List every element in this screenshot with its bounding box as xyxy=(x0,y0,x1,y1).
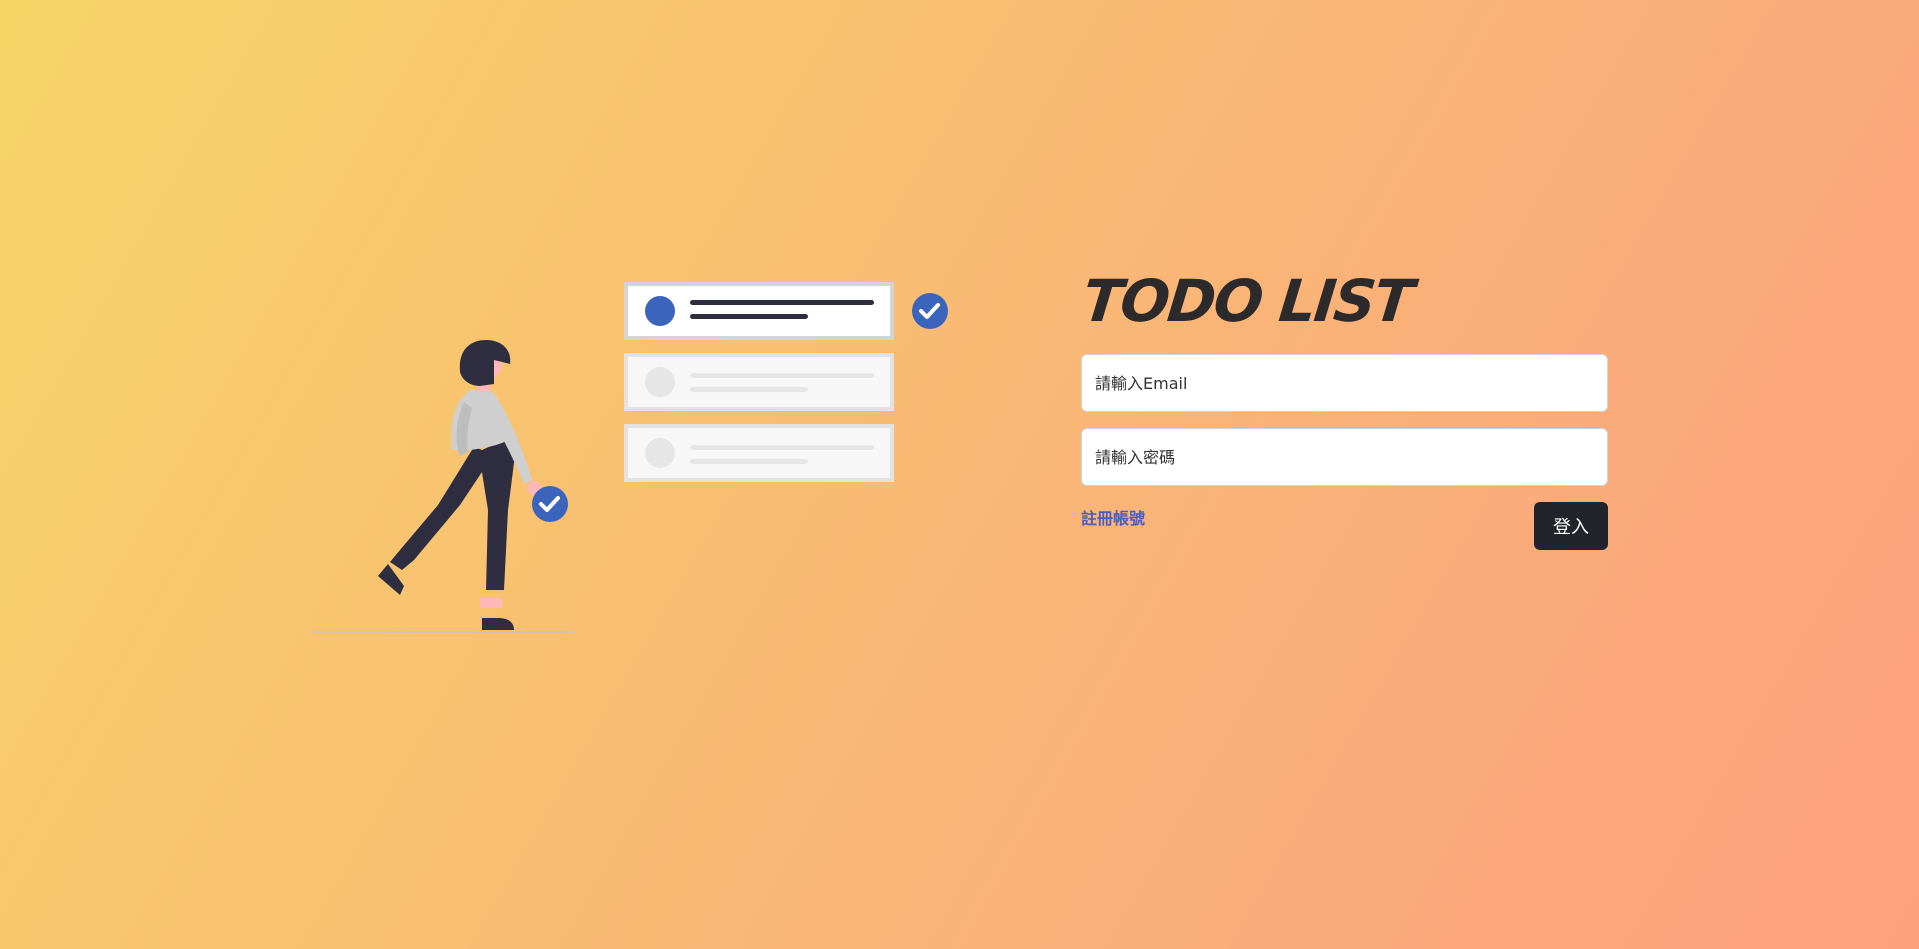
login-button[interactable]: 登入 xyxy=(1534,502,1608,550)
app-logo: TODO LIST xyxy=(1079,267,1415,335)
checklist-card-pending xyxy=(624,424,894,482)
check-circle-icon xyxy=(912,293,948,329)
checklist-card-active xyxy=(624,282,894,340)
check-circle-icon xyxy=(532,486,568,522)
password-input[interactable] xyxy=(1081,428,1608,486)
email-input[interactable] xyxy=(1081,354,1608,412)
register-link[interactable]: 註冊帳號 xyxy=(1081,505,1145,529)
woman-figure xyxy=(378,340,541,630)
form-actions: 註冊帳號 登入 xyxy=(1081,502,1608,550)
checklist-illustration xyxy=(310,280,960,640)
checklist-card-pending xyxy=(624,353,894,411)
login-panel: TODO LIST 註冊帳號 登入 xyxy=(1079,260,1608,550)
